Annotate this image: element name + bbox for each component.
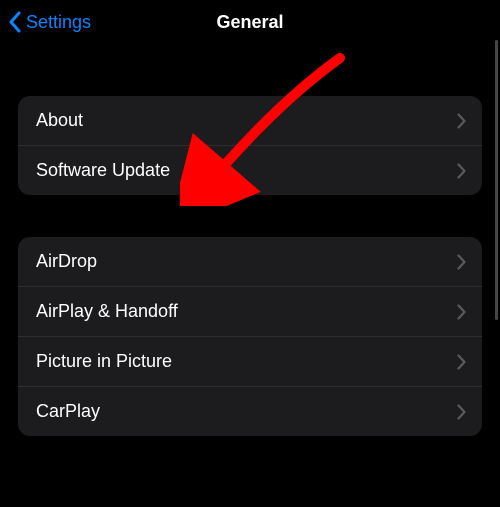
row-label: AirDrop xyxy=(36,251,97,272)
row-label: About xyxy=(36,110,83,131)
row-software-update[interactable]: Software Update xyxy=(18,145,482,195)
row-picture-in-picture[interactable]: Picture in Picture xyxy=(18,336,482,386)
chevron-left-icon xyxy=(8,11,22,33)
row-airdrop[interactable]: AirDrop xyxy=(18,237,482,286)
row-label: AirPlay & Handoff xyxy=(36,301,178,322)
settings-group-2: AirDrop AirPlay & Handoff Picture in Pic… xyxy=(18,237,482,436)
general-settings-screen: Settings General About Software Update A… xyxy=(0,0,500,507)
page-title: General xyxy=(216,12,283,33)
chevron-right-icon xyxy=(457,304,466,320)
chevron-right-icon xyxy=(457,404,466,420)
navigation-bar: Settings General xyxy=(0,0,500,44)
row-label: Software Update xyxy=(36,160,170,181)
row-label: Picture in Picture xyxy=(36,351,172,372)
back-button[interactable]: Settings xyxy=(8,0,91,44)
row-about[interactable]: About xyxy=(18,96,482,145)
row-airplay-handoff[interactable]: AirPlay & Handoff xyxy=(18,286,482,336)
content-area: About Software Update AirDrop AirPla xyxy=(0,96,500,436)
row-carplay[interactable]: CarPlay xyxy=(18,386,482,436)
scroll-indicator[interactable] xyxy=(495,40,498,320)
chevron-right-icon xyxy=(457,163,466,179)
settings-group-1: About Software Update xyxy=(18,96,482,195)
row-label: CarPlay xyxy=(36,401,100,422)
chevron-right-icon xyxy=(457,254,466,270)
chevron-right-icon xyxy=(457,113,466,129)
back-label: Settings xyxy=(26,12,91,33)
chevron-right-icon xyxy=(457,354,466,370)
